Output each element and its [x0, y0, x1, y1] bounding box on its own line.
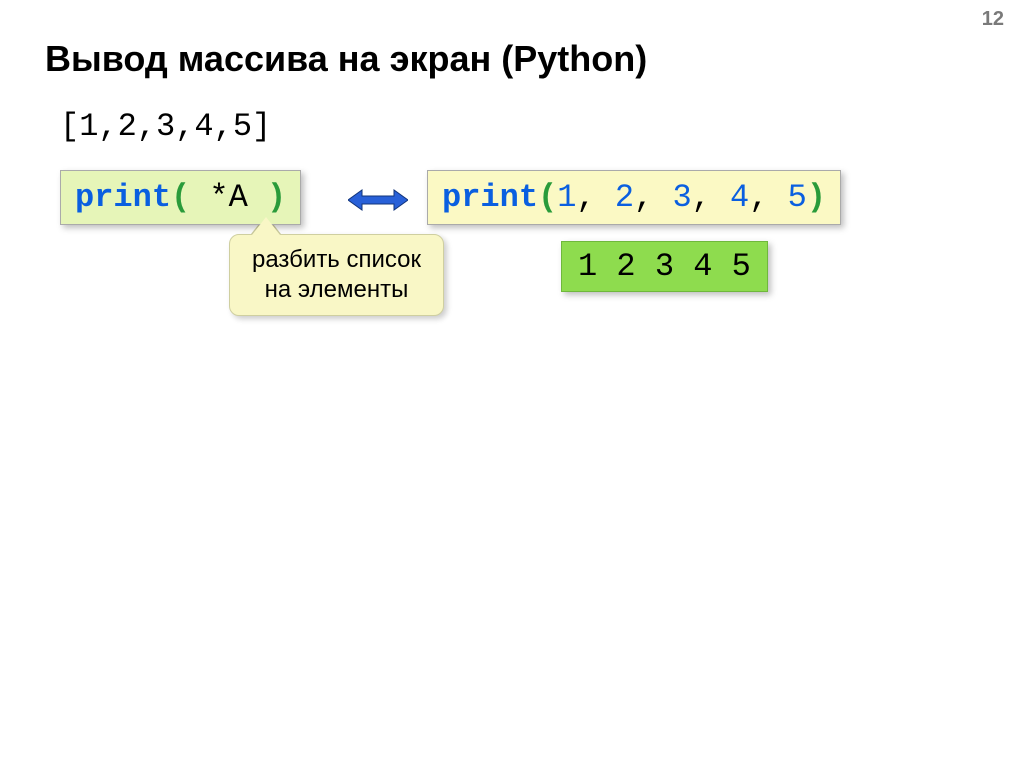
slide-title: Вывод массива на экран (Python) — [45, 38, 647, 80]
open-paren: ( — [538, 179, 557, 216]
close-paren: ) — [807, 179, 826, 216]
code-body: *A — [190, 179, 267, 216]
sep: , — [634, 179, 672, 216]
code-print-expanded: print(1, 2, 3, 4, 5) — [427, 170, 841, 225]
open-paren: ( — [171, 179, 190, 216]
page-number: 12 — [982, 8, 1004, 31]
arg: 3 — [672, 179, 691, 216]
callout-line-2: на элементы — [252, 275, 421, 305]
arg: 4 — [730, 179, 749, 216]
sep: , — [692, 179, 730, 216]
callout-line-1: разбить список — [252, 245, 421, 275]
sep: , — [576, 179, 614, 216]
arg: 1 — [557, 179, 576, 216]
double-arrow-icon — [348, 188, 408, 212]
close-paren: ) — [267, 179, 286, 216]
arg: 2 — [615, 179, 634, 216]
output-result: 1 2 3 4 5 — [561, 241, 768, 292]
array-literal: [1,2,3,4,5] — [60, 108, 271, 145]
callout-note: разбить список на элементы — [229, 234, 444, 316]
keyword-print: print — [75, 179, 171, 216]
keyword-print: print — [442, 179, 538, 216]
sep: , — [749, 179, 787, 216]
arg: 5 — [788, 179, 807, 216]
